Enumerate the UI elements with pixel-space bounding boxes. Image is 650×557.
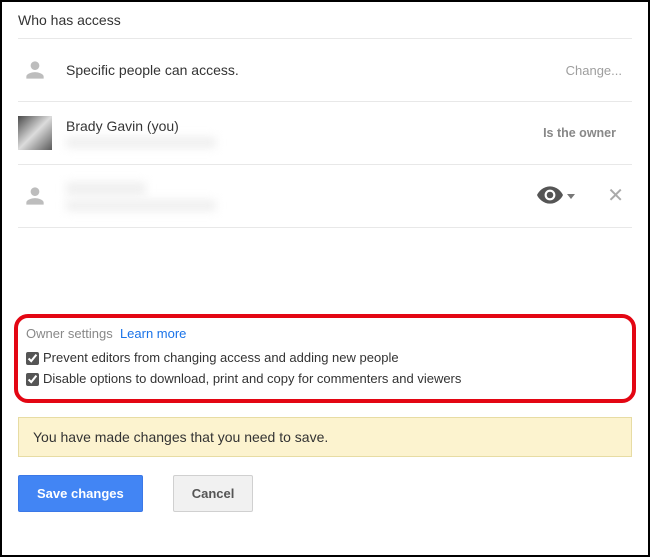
person-row-shared: ✕: [18, 165, 632, 227]
role-dropdown[interactable]: [533, 182, 579, 211]
people-icon: [18, 53, 52, 87]
checkbox-prevent-editors[interactable]: [26, 352, 39, 365]
owner-badge: Is the owner: [543, 126, 632, 140]
person-email-redacted: [66, 200, 216, 211]
checkbox-label: Prevent editors from changing access and…: [43, 350, 399, 365]
checkbox-row-prevent-editors[interactable]: Prevent editors from changing access and…: [26, 347, 620, 368]
cancel-button[interactable]: Cancel: [173, 475, 254, 512]
chevron-down-icon: [567, 194, 575, 199]
owner-settings-label: Owner settings: [26, 326, 113, 341]
learn-more-link[interactable]: Learn more: [120, 326, 186, 341]
section-title-access: Who has access: [18, 8, 632, 38]
person-row-owner: Brady Gavin (you) Is the owner: [18, 102, 632, 164]
person-name-redacted: [66, 182, 146, 195]
checkbox-row-disable-download[interactable]: Disable options to download, print and c…: [26, 368, 620, 389]
change-access-link[interactable]: Change...: [566, 63, 632, 78]
person-name: Brady Gavin (you): [66, 118, 529, 134]
person-icon: [18, 179, 52, 213]
access-summary-text: Specific people can access.: [66, 62, 552, 78]
unsaved-warning: You have made changes that you need to s…: [18, 417, 632, 457]
owner-settings-section: Owner settings Learn more Prevent editor…: [14, 314, 636, 403]
checkbox-label: Disable options to download, print and c…: [43, 371, 461, 386]
remove-person-button[interactable]: ✕: [607, 186, 632, 206]
avatar: [18, 116, 52, 150]
person-email-redacted: [66, 137, 216, 148]
access-summary-row: Specific people can access. Change...: [18, 39, 632, 101]
save-button[interactable]: Save changes: [18, 475, 143, 512]
button-row: Save changes Cancel: [18, 475, 632, 512]
eye-icon: [537, 186, 563, 207]
checkbox-disable-download[interactable]: [26, 373, 39, 386]
